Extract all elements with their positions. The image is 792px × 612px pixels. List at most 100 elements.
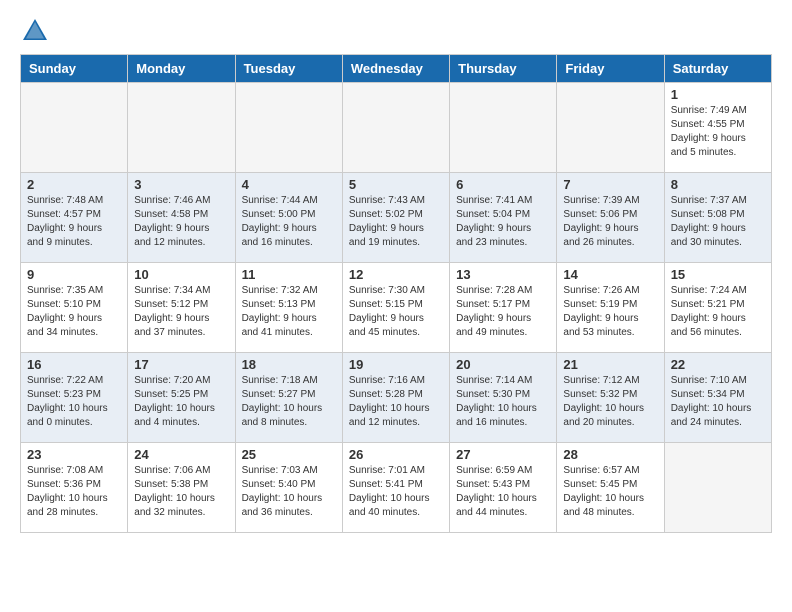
day-number: 27 (456, 447, 550, 462)
day-cell (342, 83, 449, 173)
day-info: Sunrise: 7:06 AM Sunset: 5:38 PM Dayligh… (134, 464, 228, 520)
day-cell (557, 83, 664, 173)
day-cell: 2 Sunrise: 7:48 AM Sunset: 4:57 PM Daylig… (21, 173, 128, 263)
day-info: Sunrise: 7:43 AM Sunset: 5:02 PM Dayligh… (349, 194, 443, 250)
page-container: SundayMondayTuesdayWednesdayThursdayFrid… (0, 0, 792, 549)
week-row-3: 16 Sunrise: 7:22 AM Sunset: 5:23 PM Dayli… (21, 353, 772, 443)
day-cell: 17 Sunrise: 7:20 AM Sunset: 5:25 PM Dayli… (128, 353, 235, 443)
day-number: 8 (671, 177, 765, 192)
day-number: 13 (456, 267, 550, 282)
day-info: Sunrise: 7:48 AM Sunset: 4:57 PM Dayligh… (27, 194, 121, 250)
header-cell-sunday: Sunday (21, 55, 128, 83)
day-number: 9 (27, 267, 121, 282)
day-cell (128, 83, 235, 173)
header-cell-monday: Monday (128, 55, 235, 83)
day-number: 3 (134, 177, 228, 192)
day-cell: 15 Sunrise: 7:24 AM Sunset: 5:21 PM Dayli… (664, 263, 771, 353)
day-cell: 4 Sunrise: 7:44 AM Sunset: 5:00 PM Daylig… (235, 173, 342, 263)
day-number: 20 (456, 357, 550, 372)
day-number: 21 (563, 357, 657, 372)
day-info: Sunrise: 7:30 AM Sunset: 5:15 PM Dayligh… (349, 284, 443, 340)
day-info: Sunrise: 7:08 AM Sunset: 5:36 PM Dayligh… (27, 464, 121, 520)
day-info: Sunrise: 6:57 AM Sunset: 5:45 PM Dayligh… (563, 464, 657, 520)
logo (20, 16, 54, 46)
day-info: Sunrise: 7:37 AM Sunset: 5:08 PM Dayligh… (671, 194, 765, 250)
day-info: Sunrise: 7:10 AM Sunset: 5:34 PM Dayligh… (671, 374, 765, 430)
day-cell: 13 Sunrise: 7:28 AM Sunset: 5:17 PM Dayli… (450, 263, 557, 353)
day-info: Sunrise: 7:39 AM Sunset: 5:06 PM Dayligh… (563, 194, 657, 250)
day-number: 11 (242, 267, 336, 282)
day-info: Sunrise: 7:18 AM Sunset: 5:27 PM Dayligh… (242, 374, 336, 430)
day-cell: 14 Sunrise: 7:26 AM Sunset: 5:19 PM Dayli… (557, 263, 664, 353)
day-number: 24 (134, 447, 228, 462)
day-info: Sunrise: 7:14 AM Sunset: 5:30 PM Dayligh… (456, 374, 550, 430)
day-number: 19 (349, 357, 443, 372)
day-number: 17 (134, 357, 228, 372)
header (20, 16, 772, 46)
day-info: Sunrise: 7:44 AM Sunset: 5:00 PM Dayligh… (242, 194, 336, 250)
day-number: 14 (563, 267, 657, 282)
day-info: Sunrise: 7:26 AM Sunset: 5:19 PM Dayligh… (563, 284, 657, 340)
day-cell: 5 Sunrise: 7:43 AM Sunset: 5:02 PM Daylig… (342, 173, 449, 263)
day-number: 2 (27, 177, 121, 192)
day-info: Sunrise: 7:28 AM Sunset: 5:17 PM Dayligh… (456, 284, 550, 340)
day-info: Sunrise: 7:41 AM Sunset: 5:04 PM Dayligh… (456, 194, 550, 250)
day-cell: 1Sunrise: 7:49 AM Sunset: 4:55 PM Daylig… (664, 83, 771, 173)
day-cell: 12 Sunrise: 7:30 AM Sunset: 5:15 PM Dayli… (342, 263, 449, 353)
calendar-table: SundayMondayTuesdayWednesdayThursdayFrid… (20, 54, 772, 533)
day-number: 18 (242, 357, 336, 372)
day-number: 23 (27, 447, 121, 462)
day-number: 7 (563, 177, 657, 192)
day-cell: 18 Sunrise: 7:18 AM Sunset: 5:27 PM Dayli… (235, 353, 342, 443)
day-cell (21, 83, 128, 173)
day-info: Sunrise: 7:20 AM Sunset: 5:25 PM Dayligh… (134, 374, 228, 430)
header-cell-wednesday: Wednesday (342, 55, 449, 83)
day-number: 6 (456, 177, 550, 192)
day-info: Sunrise: 7:16 AM Sunset: 5:28 PM Dayligh… (349, 374, 443, 430)
day-cell (664, 443, 771, 533)
day-number: 12 (349, 267, 443, 282)
day-info: Sunrise: 7:49 AM Sunset: 4:55 PM Dayligh… (671, 104, 765, 160)
day-number: 25 (242, 447, 336, 462)
day-cell: 16 Sunrise: 7:22 AM Sunset: 5:23 PM Dayli… (21, 353, 128, 443)
day-number: 15 (671, 267, 765, 282)
day-info: Sunrise: 7:12 AM Sunset: 5:32 PM Dayligh… (563, 374, 657, 430)
header-cell-friday: Friday (557, 55, 664, 83)
week-row-0: 1Sunrise: 7:49 AM Sunset: 4:55 PM Daylig… (21, 83, 772, 173)
day-cell (235, 83, 342, 173)
day-cell: 28 Sunrise: 6:57 AM Sunset: 5:45 PM Dayli… (557, 443, 664, 533)
day-info: Sunrise: 7:35 AM Sunset: 5:10 PM Dayligh… (27, 284, 121, 340)
day-number: 4 (242, 177, 336, 192)
day-number: 5 (349, 177, 443, 192)
day-cell: 24 Sunrise: 7:06 AM Sunset: 5:38 PM Dayli… (128, 443, 235, 533)
day-cell: 20 Sunrise: 7:14 AM Sunset: 5:30 PM Dayli… (450, 353, 557, 443)
day-cell: 23 Sunrise: 7:08 AM Sunset: 5:36 PM Dayli… (21, 443, 128, 533)
day-cell: 21 Sunrise: 7:12 AM Sunset: 5:32 PM Dayli… (557, 353, 664, 443)
header-cell-tuesday: Tuesday (235, 55, 342, 83)
day-cell: 3 Sunrise: 7:46 AM Sunset: 4:58 PM Daylig… (128, 173, 235, 263)
header-row: SundayMondayTuesdayWednesdayThursdayFrid… (21, 55, 772, 83)
day-number: 26 (349, 447, 443, 462)
day-info: Sunrise: 7:24 AM Sunset: 5:21 PM Dayligh… (671, 284, 765, 340)
calendar-header: SundayMondayTuesdayWednesdayThursdayFrid… (21, 55, 772, 83)
day-cell: 26Sunrise: 7:01 AM Sunset: 5:41 PM Dayli… (342, 443, 449, 533)
logo-icon (20, 16, 50, 46)
day-info: Sunrise: 7:32 AM Sunset: 5:13 PM Dayligh… (242, 284, 336, 340)
day-info: Sunrise: 6:59 AM Sunset: 5:43 PM Dayligh… (456, 464, 550, 520)
day-cell: 9 Sunrise: 7:35 AM Sunset: 5:10 PM Daylig… (21, 263, 128, 353)
header-cell-thursday: Thursday (450, 55, 557, 83)
day-info: Sunrise: 7:22 AM Sunset: 5:23 PM Dayligh… (27, 374, 121, 430)
day-info: Sunrise: 7:34 AM Sunset: 5:12 PM Dayligh… (134, 284, 228, 340)
day-cell: 25Sunrise: 7:03 AM Sunset: 5:40 PM Dayli… (235, 443, 342, 533)
day-number: 28 (563, 447, 657, 462)
day-number: 22 (671, 357, 765, 372)
day-cell: 7 Sunrise: 7:39 AM Sunset: 5:06 PM Daylig… (557, 173, 664, 263)
day-number: 16 (27, 357, 121, 372)
day-cell (450, 83, 557, 173)
day-cell: 6 Sunrise: 7:41 AM Sunset: 5:04 PM Daylig… (450, 173, 557, 263)
day-cell: 11 Sunrise: 7:32 AM Sunset: 5:13 PM Dayli… (235, 263, 342, 353)
day-number: 10 (134, 267, 228, 282)
day-info: Sunrise: 7:46 AM Sunset: 4:58 PM Dayligh… (134, 194, 228, 250)
day-cell: 27 Sunrise: 6:59 AM Sunset: 5:43 PM Dayli… (450, 443, 557, 533)
day-cell: 10 Sunrise: 7:34 AM Sunset: 5:12 PM Dayli… (128, 263, 235, 353)
